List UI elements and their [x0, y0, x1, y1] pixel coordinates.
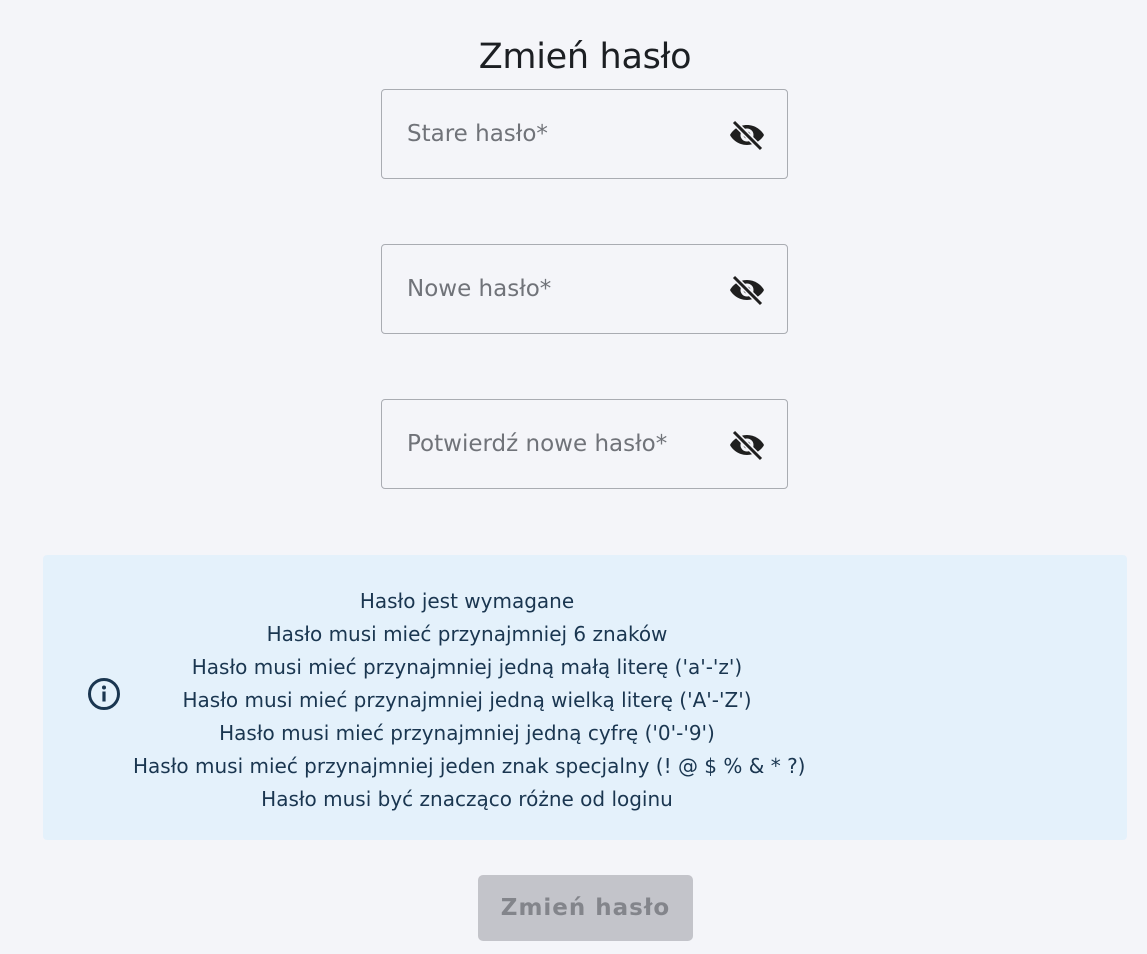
eye-off-icon[interactable] — [728, 273, 766, 307]
info-icon — [87, 677, 121, 711]
eye-off-icon[interactable] — [728, 428, 766, 462]
requirement-item: Hasło musi mieć przynajmniej jedną cyfrę… — [219, 721, 715, 745]
requirement-item: Hasło musi mieć przynajmniej jedną małą … — [191, 655, 743, 679]
old-password-input[interactable] — [382, 90, 712, 178]
requirement-item: Hasło musi mieć przynajmniej 6 znaków — [266, 622, 668, 646]
new-password-field — [381, 244, 788, 334]
old-password-field — [381, 89, 788, 179]
requirements-list: Hasło jest wymagane Hasło musi mieć przy… — [133, 585, 806, 816]
page-title: Zmień hasło — [478, 37, 692, 78]
change-password-button[interactable]: Zmień hasło — [478, 875, 693, 941]
change-password-page: Zmień hasło Hasło jest wymagane Hasło mu… — [0, 0, 1147, 954]
password-requirements-box: Hasło jest wymagane Hasło musi mieć przy… — [43, 555, 1127, 840]
requirement-item: Hasło musi mieć przynajmniej jedną wielk… — [182, 688, 752, 712]
requirement-item: Hasło musi być znacząco różne od loginu — [261, 787, 673, 811]
requirement-item: Hasło jest wymagane — [359, 589, 575, 613]
requirement-item: Hasło musi mieć przynajmniej jeden znak … — [133, 754, 806, 778]
confirm-password-field — [381, 399, 788, 489]
new-password-input[interactable] — [382, 245, 712, 333]
eye-off-icon[interactable] — [728, 118, 766, 152]
confirm-password-input[interactable] — [382, 400, 712, 488]
